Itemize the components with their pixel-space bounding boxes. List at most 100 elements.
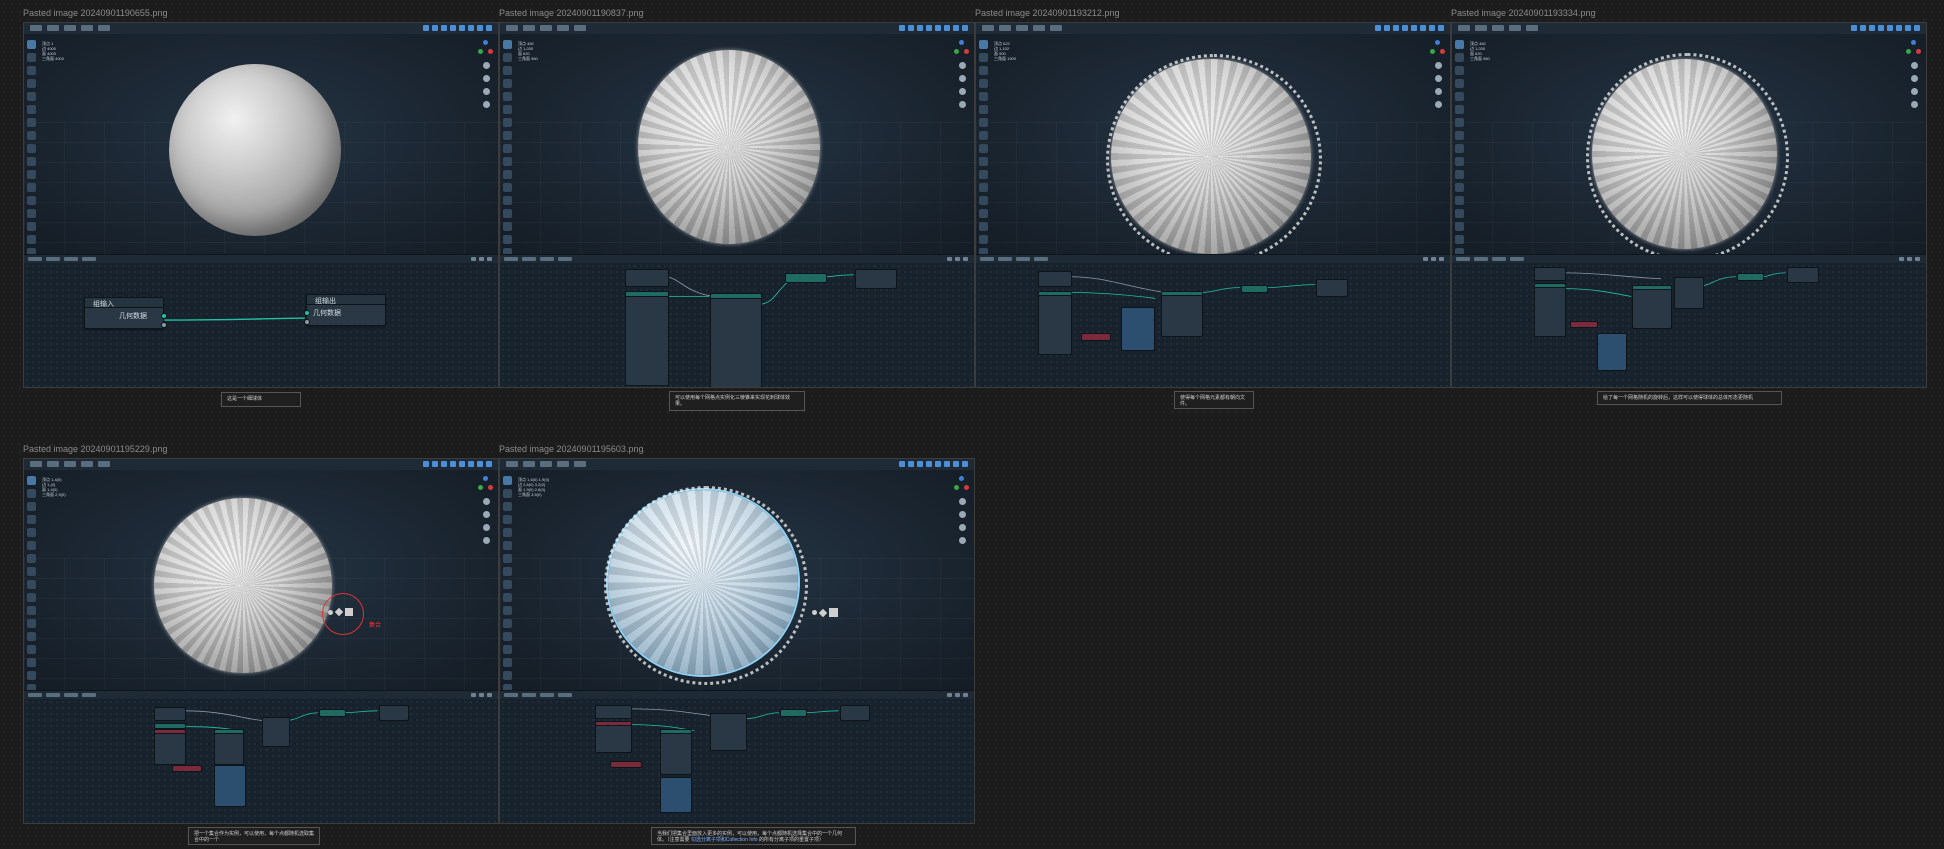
node-box[interactable] [379,705,409,721]
screenshot-card-5: Pasted image 20240901195229.png 顶点 1,4(0… [23,444,499,824]
geometry-node-editor[interactable]: 组输入 几何数据 组输出 几何数据 [24,263,498,387]
group-input-node[interactable]: 组输入 几何数据 [84,297,167,329]
navigation-gizmo[interactable] [1906,40,1921,108]
geometry-node-editor[interactable] [1452,263,1926,387]
node-box[interactable] [595,725,632,753]
geometry-node-editor[interactable] [976,263,1450,387]
node-box[interactable] [262,717,290,747]
3d-viewport[interactable]: 顶点 482 边 1,030 面 620 三角面 960 [500,34,974,254]
instance-collection-objects [812,608,838,617]
3d-viewport[interactable]: 顶点 1,4(0) 边 1,(0) 面 1,4(0) 三角面 2,9(0) 集合 [24,470,498,690]
node-box[interactable] [154,707,186,721]
spiky-sphere-mesh [154,498,332,673]
node-box[interactable] [1787,267,1819,283]
scene-stats: 顶点 1边 4000 面 4000 三角面 4000 [42,41,65,61]
node-box[interactable] [1534,287,1566,337]
toolbar-left [503,40,513,254]
toolbar-left [1455,40,1465,254]
node-box[interactable] [1737,273,1764,281]
geometry-node-editor[interactable] [500,699,974,823]
node-box[interactable] [1161,295,1203,337]
instance-collection-objects [328,607,353,617]
group-output-node[interactable]: 组输出 几何数据 [304,294,386,326]
sphere-mesh [169,64,341,236]
blender-screenshot: 顶点 1,4(0) 边 1,(0) 面 1,4(0) 三角面 2,9(0) 集合 [23,458,499,824]
input-socket[interactable] [304,310,310,316]
collection-annotation: 集合 [369,623,382,629]
scene-stats: 顶点 1,6(0) 1,9(0) 边 2,6(0) 3,2(0) 面 1,9(0) … [518,477,550,497]
node-box[interactable] [625,296,669,386]
3d-viewport[interactable]: 顶点 622 边 1,102 面 900 三角面 1900 [976,34,1450,254]
group-input-title: 组输入 [93,301,114,308]
card-title: Pasted image 20240901193334.png [1451,8,1596,18]
spike-ring [604,486,808,685]
toolbar-left [979,40,989,254]
navigation-gizmo[interactable] [478,476,493,544]
navigation-gizmo[interactable] [478,40,493,108]
screenshot-card-1: Pasted image 20240901190655.png 顶点 1边 40… [23,8,499,388]
node-box[interactable] [154,733,186,765]
caption-4: 给了每一个网格随机的旋转后，这样可以使得球体的总体形态更随机 [1597,391,1782,405]
caption-highlight: 勾选分离子项和Collection Info [690,837,758,843]
toolbar-left [27,476,37,690]
node-box[interactable] [1081,333,1111,341]
caption-text: 的所有分离子项的重置子项） [758,837,824,843]
node-box[interactable] [1597,333,1627,371]
node-box[interactable] [214,733,244,765]
node-box[interactable] [1038,271,1072,287]
spiky-sphere-mesh [638,50,820,244]
node-box[interactable] [595,705,632,719]
node-box[interactable] [172,765,202,772]
node-box[interactable] [610,761,642,768]
toolbar-left [27,40,37,254]
screenshot-card-6: Pasted image 20240901195603.png 顶点 1,6(0… [499,444,975,824]
blender-screenshot: 顶点 482 边 1,030 面 620 三角面 960 [1451,22,1927,388]
node-box[interactable] [710,713,747,751]
scene-stats: 顶点 1,4(0) 边 1,(0) 面 1,4(0) 三角面 2,9(0) [42,477,66,497]
caption-1: 这是一个细球体 [221,392,301,407]
card-title: Pasted image 20240901193212.png [975,8,1120,18]
node-box[interactable] [214,765,246,807]
navigation-gizmo[interactable] [1430,40,1445,108]
card-title: Pasted image 20240901195229.png [23,444,168,454]
geometry-node-editor[interactable] [500,263,974,387]
node-box[interactable] [780,709,807,717]
navigation-gizmo[interactable] [954,476,969,544]
node-box[interactable] [1570,321,1598,328]
group-input-socket-label: 几何数据 [119,313,147,320]
geometry-node-editor[interactable] [24,699,498,823]
scene-stats: 顶点 482 边 1,030 面 620 三角面 960 [1470,41,1490,61]
card-title: Pasted image 20240901195603.png [499,444,644,454]
spike-ring [1106,54,1322,254]
toolbar-left [503,476,513,690]
screenshot-card-4: Pasted image 20240901193334.png 顶点 482 边 … [1451,8,1927,388]
node-box[interactable] [1038,295,1072,355]
scene-stats: 顶点 482 边 1,030 面 620 三角面 960 [518,41,538,61]
navigation-gizmo[interactable] [954,40,969,108]
node-box[interactable] [1632,289,1672,329]
empty-socket[interactable] [161,322,167,328]
node-box[interactable] [660,777,692,813]
card-title: Pasted image 20240901190655.png [23,8,168,18]
node-box[interactable] [660,733,692,775]
screenshot-card-3: Pasted image 20240901193212.png 顶点 622 边 … [975,8,1451,388]
blender-screenshot: 顶点 622 边 1,102 面 900 三角面 1900 [975,22,1451,388]
empty-socket[interactable] [304,319,310,325]
node-box[interactable] [1121,307,1155,351]
3d-viewport[interactable]: 顶点 1,6(0) 1,9(0) 边 2,6(0) 3,2(0) 面 1,9(0) … [500,470,974,690]
group-output-socket-label: 几何数据 [313,310,341,317]
node-box[interactable] [855,269,897,289]
node-box[interactable] [1534,267,1566,281]
caption-5: 把一个集合作为实例，可以使用，每个点都随机选取集合中的一个 [188,827,320,845]
node-box[interactable] [785,273,827,283]
3d-viewport[interactable]: 顶点 1边 4000 面 4000 三角面 4000 [24,34,498,254]
3d-viewport[interactable]: 顶点 482 边 1,030 面 620 三角面 960 [1452,34,1926,254]
node-box[interactable] [710,298,762,387]
node-box[interactable] [1316,279,1348,297]
node-box[interactable] [840,705,870,721]
output-socket[interactable] [161,313,167,319]
node-box[interactable] [1241,285,1268,293]
node-box[interactable] [1674,277,1704,309]
node-box[interactable] [319,709,346,717]
node-box[interactable] [625,269,669,287]
